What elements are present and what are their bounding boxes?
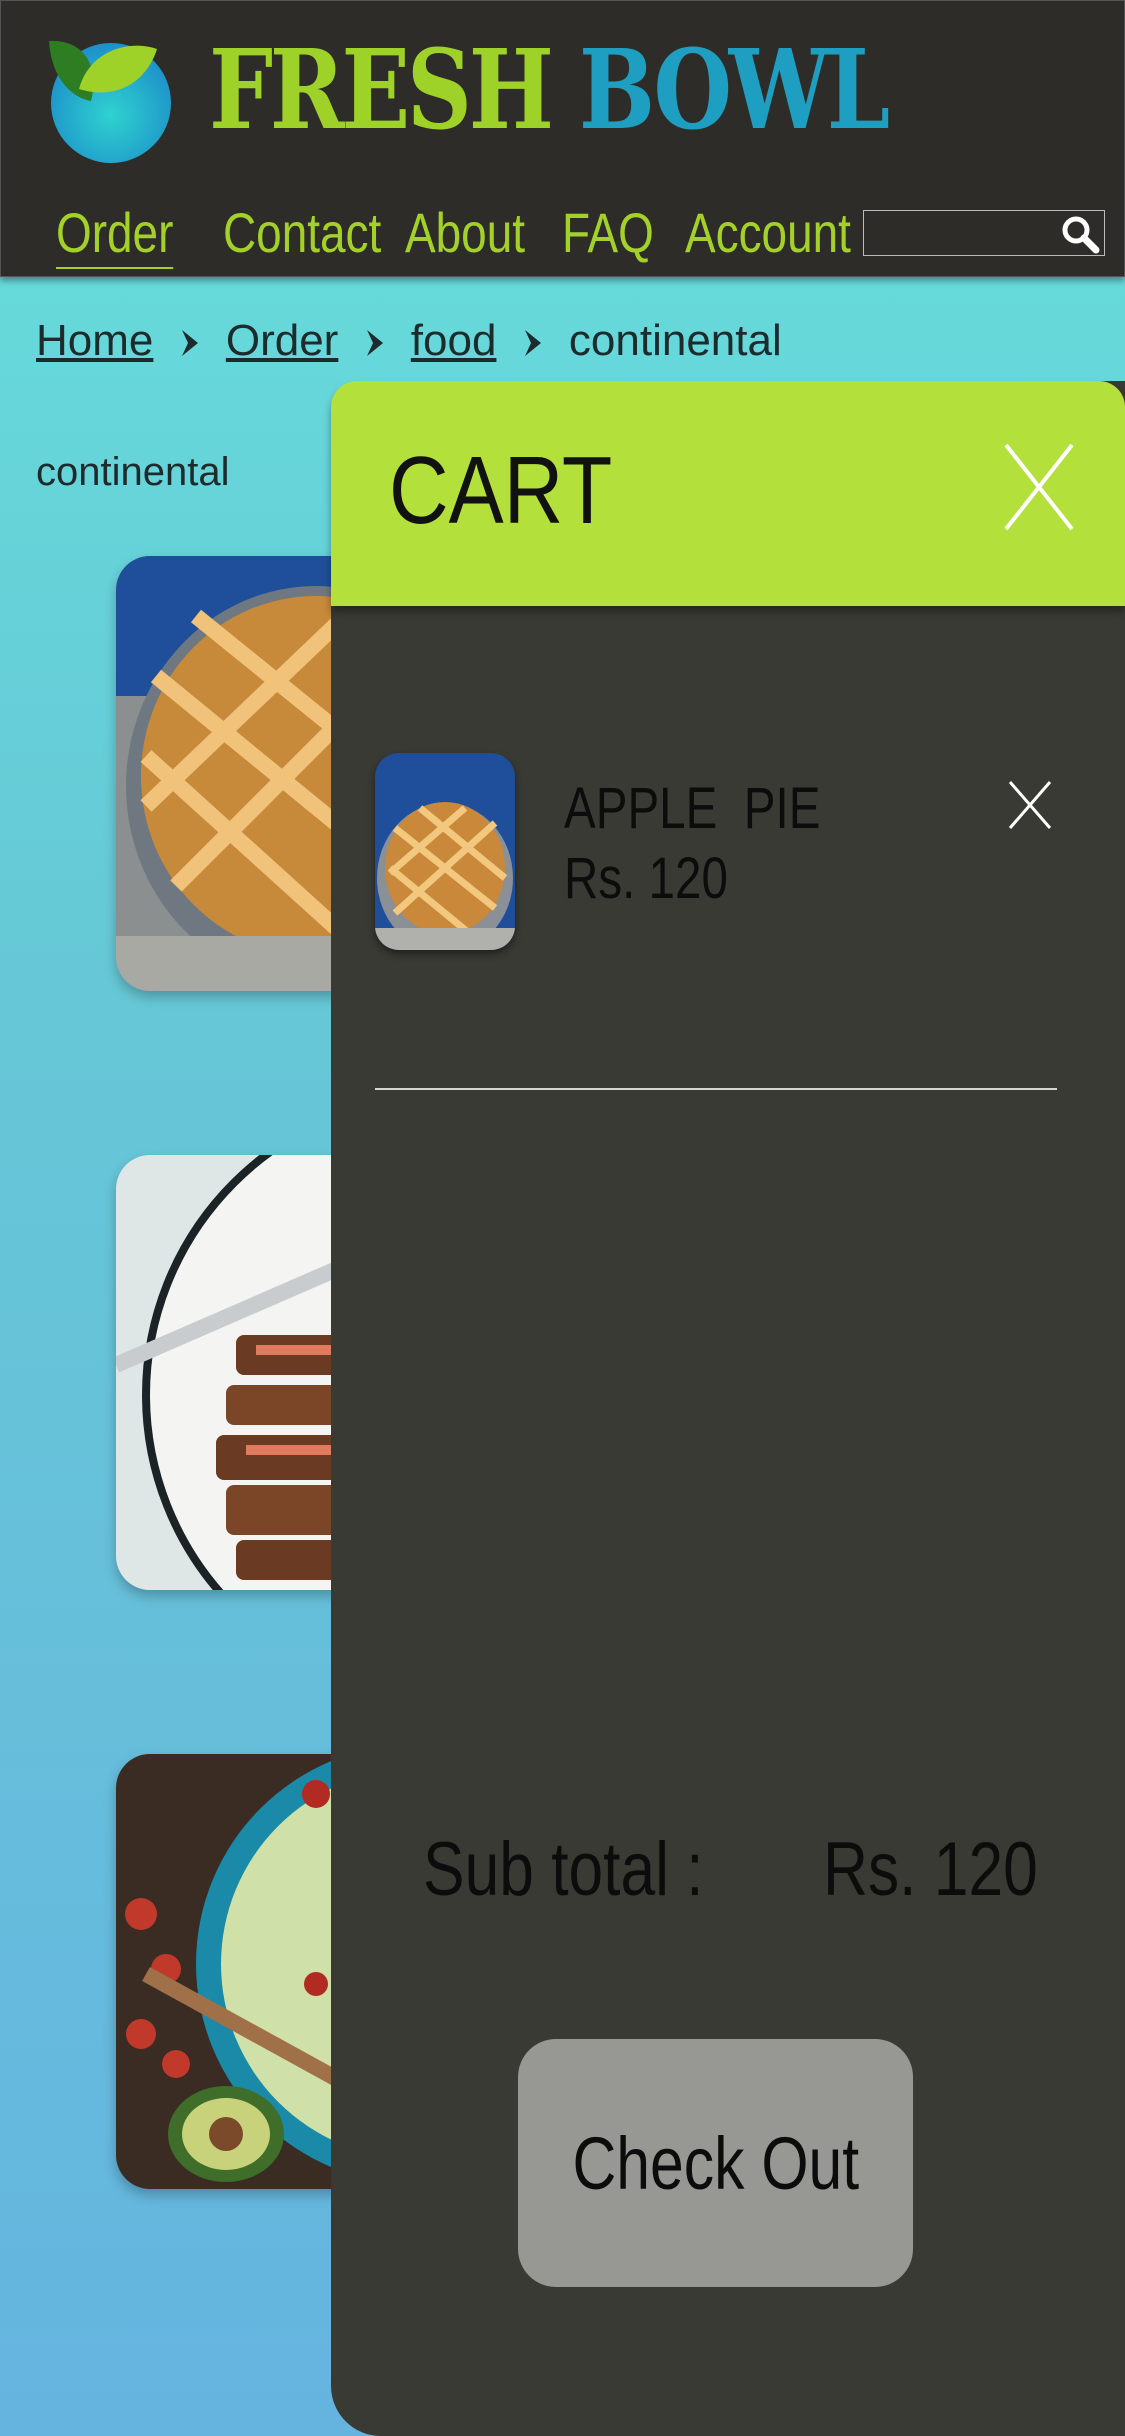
cart-panel: CART APPLE PIE Rs. 120 Sub total : Rs. 1… — [331, 381, 1125, 2436]
cart-item-name: APPLE PIE — [564, 776, 821, 841]
brand-name[interactable]: FRESH BOWL — [209, 25, 890, 155]
cart-title: CART — [389, 437, 613, 544]
nav-faq[interactable]: FAQ — [562, 199, 654, 267]
breadcrumb-current: continental — [568, 316, 782, 365]
remove-item-icon[interactable] — [1007, 779, 1053, 831]
chevron-right-icon — [366, 330, 383, 357]
cart-header: CART — [331, 381, 1125, 606]
cart-item-thumbnail — [375, 753, 515, 950]
chevron-right-icon — [181, 330, 198, 357]
chevron-right-icon — [524, 330, 541, 357]
subtotal-value: Rs. 120 — [823, 1827, 1038, 1912]
search-input[interactable] — [863, 210, 1105, 256]
subtotal-label: Sub total : — [423, 1827, 704, 1912]
site-header: FRESH BOWL Order Contact About FAQ Accou… — [0, 0, 1125, 277]
checkout-button-label: Check Out — [572, 2121, 859, 2205]
search-icon[interactable] — [1060, 214, 1100, 254]
breadcrumb-food[interactable]: food — [411, 316, 497, 365]
nav-order[interactable]: Order — [56, 199, 174, 269]
breadcrumb-home[interactable]: Home — [36, 316, 153, 365]
close-icon[interactable] — [1002, 441, 1076, 533]
divider — [375, 1088, 1057, 1090]
brand-word-bowl: BOWL — [578, 25, 890, 154]
brand-word-fresh: FRESH — [209, 25, 554, 154]
breadcrumb: Home Order food continental — [36, 312, 782, 370]
nav-contact[interactable]: Contact — [223, 199, 381, 267]
breadcrumb-order[interactable]: Order — [226, 316, 338, 365]
category-title: continental — [36, 450, 230, 494]
checkout-button[interactable]: Check Out — [518, 2039, 913, 2287]
nav-account[interactable]: Account — [685, 199, 851, 267]
nav-about[interactable]: About — [405, 199, 525, 267]
cart-item-price: Rs. 120 — [564, 846, 728, 911]
leaf-bowl-logo-icon[interactable] — [39, 31, 174, 166]
